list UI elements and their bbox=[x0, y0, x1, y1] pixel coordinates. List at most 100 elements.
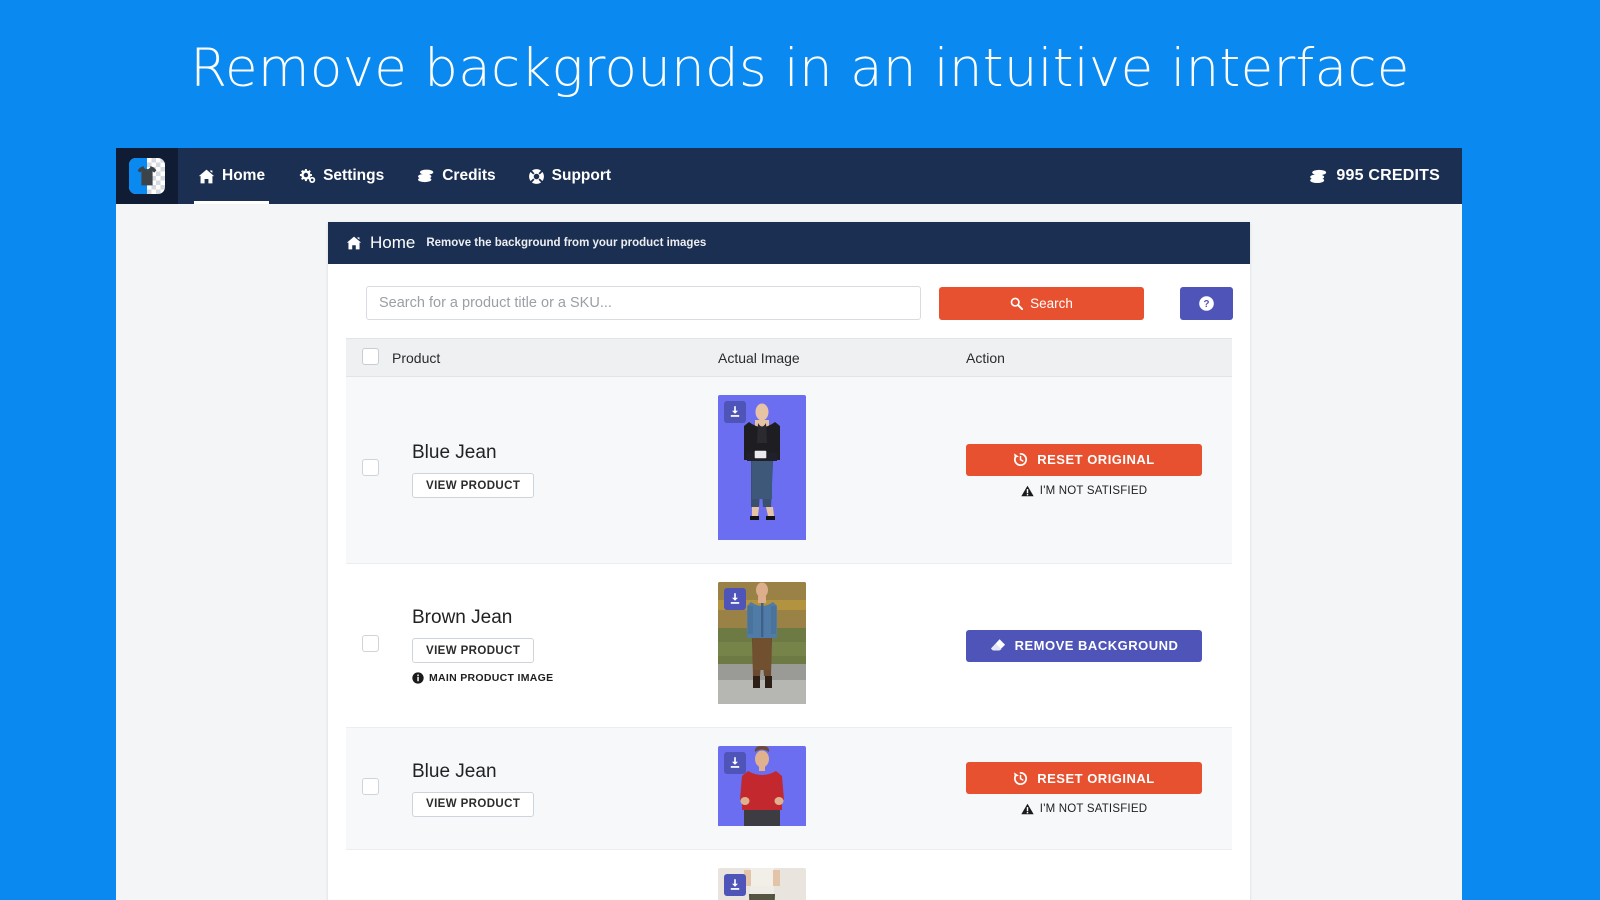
coins-icon bbox=[1308, 168, 1328, 185]
select-all-checkbox[interactable] bbox=[362, 348, 379, 365]
thumbnail-wrapper bbox=[718, 582, 806, 709]
nav-link-home[interactable]: Home bbox=[182, 148, 281, 204]
product-name: Blue Jean bbox=[412, 442, 718, 464]
download-icon bbox=[729, 593, 741, 605]
column-select-all bbox=[346, 339, 392, 377]
view-product-button[interactable]: VIEW PRODUCT bbox=[412, 638, 534, 663]
nav-links: Home Settings Credits bbox=[182, 148, 627, 204]
home-icon bbox=[346, 236, 362, 250]
panel-title: Home bbox=[370, 233, 415, 253]
credits-balance[interactable]: 995 CREDITS bbox=[1286, 148, 1462, 204]
download-button[interactable] bbox=[724, 588, 746, 610]
gears-icon bbox=[297, 168, 316, 184]
view-product-button[interactable]: VIEW PRODUCT bbox=[412, 792, 534, 817]
table-header-row: Product Actual Image Action bbox=[346, 339, 1232, 377]
row-select-cell bbox=[346, 377, 392, 564]
panel-header: Home Remove the background from your pro… bbox=[328, 222, 1250, 264]
table-head: Product Actual Image Action bbox=[346, 339, 1232, 377]
search-button-label: Search bbox=[1030, 296, 1073, 311]
warning-triangle-icon bbox=[1021, 803, 1034, 815]
download-icon bbox=[729, 406, 741, 418]
tshirt-transparency-logo-icon bbox=[129, 158, 165, 194]
action-cell: RESET ORIGINAL I'M NOT SATISFIED bbox=[966, 728, 1232, 850]
download-button[interactable] bbox=[724, 752, 746, 774]
home-icon bbox=[198, 169, 215, 184]
warning-triangle-icon bbox=[1021, 485, 1034, 497]
not-satisfied-label: I'M NOT SATISFIED bbox=[1040, 803, 1147, 815]
help-button[interactable]: ? bbox=[1180, 287, 1233, 320]
svg-text:?: ? bbox=[1204, 299, 1210, 310]
history-icon bbox=[1013, 771, 1028, 786]
action-cell: REMOVE BACKGROUND bbox=[966, 850, 1232, 900]
row-select-cell bbox=[346, 564, 392, 728]
nav-link-label: Settings bbox=[323, 167, 384, 185]
actual-image-cell bbox=[718, 564, 966, 728]
table-row: Blue Jean VIEW PRODUCT bbox=[346, 728, 1232, 850]
search-bar: Search ? bbox=[328, 264, 1250, 338]
home-panel: Home Remove the background from your pro… bbox=[328, 222, 1250, 900]
column-actual-image: Actual Image bbox=[718, 339, 966, 377]
product-name: Brown Jean bbox=[412, 607, 718, 629]
table-row: Blue Jean VIEW PRODUCT bbox=[346, 850, 1232, 900]
actual-image-cell bbox=[718, 850, 966, 900]
view-product-button[interactable]: VIEW PRODUCT bbox=[412, 473, 534, 498]
table-body: Blue Jean VIEW PRODUCT bbox=[346, 377, 1232, 900]
top-navbar: Home Settings Credits bbox=[116, 148, 1462, 204]
product-cell: Blue Jean VIEW PRODUCT bbox=[392, 728, 718, 850]
table-row: Brown Jean VIEW PRODUCT MAIN PRODUCT IMA… bbox=[346, 564, 1232, 728]
product-cell: Brown Jean VIEW PRODUCT MAIN PRODUCT IMA… bbox=[392, 564, 718, 728]
not-satisfied-label: I'M NOT SATISFIED bbox=[1040, 485, 1147, 497]
reset-original-button[interactable]: RESET ORIGINAL bbox=[966, 444, 1202, 476]
panel-subtitle: Remove the background from your product … bbox=[426, 237, 706, 249]
not-satisfied-link[interactable]: I'M NOT SATISFIED bbox=[966, 485, 1202, 497]
download-icon bbox=[729, 879, 741, 891]
nav-link-credits[interactable]: Credits bbox=[400, 148, 511, 204]
thumbnail-wrapper bbox=[718, 868, 806, 900]
action-button-label: RESET ORIGINAL bbox=[1037, 771, 1155, 786]
product-name: Blue Jean bbox=[412, 761, 718, 783]
remove-background-button[interactable]: REMOVE BACKGROUND bbox=[966, 630, 1202, 662]
actual-image-cell bbox=[718, 377, 966, 564]
search-button[interactable]: Search bbox=[939, 287, 1144, 320]
info-circle-icon bbox=[412, 672, 424, 684]
products-table: Product Actual Image Action Blue Jean VI… bbox=[346, 338, 1232, 900]
history-icon bbox=[1013, 452, 1028, 467]
table-row: Blue Jean VIEW PRODUCT bbox=[346, 377, 1232, 564]
coins-icon bbox=[416, 168, 435, 184]
thumbnail-wrapper bbox=[718, 395, 806, 545]
download-button[interactable] bbox=[724, 874, 746, 896]
row-checkbox[interactable] bbox=[362, 635, 379, 652]
nav-link-label: Credits bbox=[442, 167, 495, 185]
row-checkbox[interactable] bbox=[362, 459, 379, 476]
download-button[interactable] bbox=[724, 401, 746, 423]
credits-balance-label: 995 CREDITS bbox=[1336, 167, 1440, 185]
reset-original-button[interactable]: RESET ORIGINAL bbox=[966, 762, 1202, 794]
search-input[interactable] bbox=[366, 286, 921, 320]
column-product: Product bbox=[392, 339, 718, 377]
page-title: Remove backgrounds in an intuitive inter… bbox=[0, 34, 1600, 104]
action-button-label: REMOVE BACKGROUND bbox=[1015, 638, 1179, 653]
nav-link-label: Home bbox=[222, 167, 265, 185]
question-circle-icon: ? bbox=[1198, 295, 1215, 312]
eraser-icon bbox=[990, 638, 1006, 653]
lifering-icon bbox=[528, 168, 545, 185]
search-icon bbox=[1010, 297, 1023, 310]
column-action: Action bbox=[966, 339, 1232, 377]
row-checkbox[interactable] bbox=[362, 778, 379, 795]
app-logo[interactable] bbox=[116, 148, 178, 204]
tshirt-icon bbox=[135, 164, 159, 188]
not-satisfied-link[interactable]: I'M NOT SATISFIED bbox=[966, 803, 1202, 815]
main-product-image-label: MAIN PRODUCT IMAGE bbox=[429, 672, 553, 684]
product-cell: Blue Jean VIEW PRODUCT bbox=[392, 377, 718, 564]
content-area: Home Remove the background from your pro… bbox=[116, 204, 1462, 900]
nav-link-support[interactable]: Support bbox=[512, 148, 627, 204]
thumbnail-wrapper bbox=[718, 746, 806, 831]
product-cell: Blue Jean VIEW PRODUCT bbox=[392, 850, 718, 900]
action-cell: REMOVE BACKGROUND bbox=[966, 564, 1232, 728]
actual-image-cell bbox=[718, 728, 966, 850]
main-product-image-badge: MAIN PRODUCT IMAGE bbox=[412, 672, 718, 684]
nav-link-label: Support bbox=[552, 167, 611, 185]
download-icon bbox=[729, 757, 741, 769]
row-select-cell bbox=[346, 850, 392, 900]
nav-link-settings[interactable]: Settings bbox=[281, 148, 400, 204]
